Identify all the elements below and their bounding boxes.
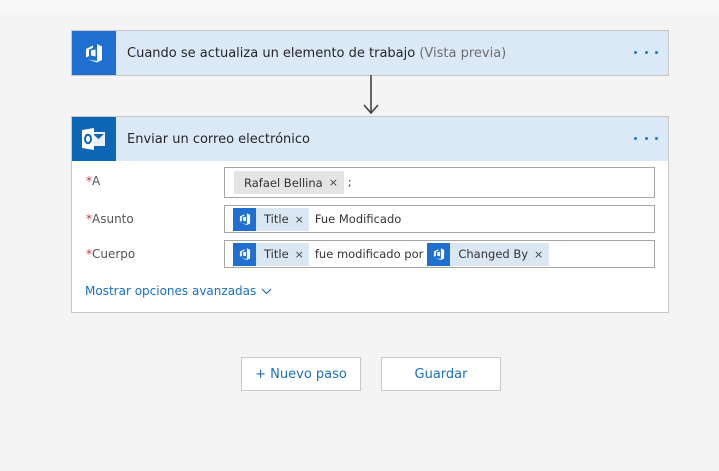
new-step-button[interactable]: + Nuevo paso	[241, 357, 361, 391]
save-button[interactable]: Guardar	[381, 357, 501, 391]
trigger-title-text: Cuando se actualiza un elemento de traba…	[127, 45, 416, 61]
body-label-text: Cuerpo	[92, 247, 136, 261]
vsts-icon	[233, 242, 256, 266]
body-text: fue modificado por	[314, 247, 424, 261]
advanced-link-text: Mostrar opciones avanzadas	[85, 284, 257, 298]
trigger-card-header[interactable]: Cuando se actualiza un elemento de traba…	[72, 31, 668, 75]
remove-token-icon[interactable]: ×	[534, 248, 543, 261]
subject-text: Fue Modificado	[314, 212, 402, 226]
vsts-icon	[72, 31, 116, 75]
vsts-icon	[233, 207, 256, 231]
recipient-token-label: Rafael Bellina	[244, 175, 323, 190]
top-bar	[0, 0, 719, 12]
body-field-row: *Cuerpo Title × fue modificado por Chang…	[86, 240, 656, 270]
recipient-token: Rafael Bellina ×	[234, 171, 344, 194]
subject-field-row: *Asunto Title × Fue Modificado	[86, 205, 656, 235]
title-token-label: Title	[264, 247, 289, 261]
to-field-row: *A Rafael Bellina × ;	[86, 167, 656, 198]
title-token-label: Title	[264, 212, 289, 226]
chevron-down-icon	[261, 288, 272, 294]
body-label: *Cuerpo	[86, 247, 135, 261]
show-advanced-options-link[interactable]: Mostrar opciones avanzadas	[85, 284, 272, 298]
trigger-preview-tag: (Vista previa)	[419, 45, 507, 61]
to-label: *A	[86, 174, 100, 188]
subject-label: *Asunto	[86, 212, 134, 226]
to-input[interactable]: Rafael Bellina × ;	[224, 167, 655, 198]
trigger-title: Cuando se actualiza un elemento de traba…	[127, 46, 506, 61]
title-token: Title ×	[233, 207, 309, 231]
title-token: Title ×	[233, 242, 309, 266]
outlook-icon	[72, 117, 116, 161]
down-arrow-icon	[363, 75, 379, 115]
remove-token-icon[interactable]: ×	[295, 248, 304, 261]
to-label-text: A	[92, 174, 101, 188]
remove-token-icon[interactable]: ×	[329, 176, 338, 189]
changed-by-token: Changed By ×	[427, 242, 550, 266]
remove-token-icon[interactable]: ×	[295, 213, 304, 226]
trigger-more-options-icon[interactable]	[634, 41, 658, 63]
action-title: Enviar un correo electrónico	[127, 131, 310, 147]
body-input[interactable]: Title × fue modificado por Changed By ×	[224, 240, 655, 268]
action-card-header[interactable]: Enviar un correo electrónico	[72, 117, 668, 161]
subject-label-text: Asunto	[92, 212, 134, 226]
changed-by-token-label: Changed By	[458, 247, 529, 261]
recipient-separator: ;	[347, 176, 352, 189]
subject-input[interactable]: Title × Fue Modificado	[224, 205, 655, 233]
action-more-options-icon[interactable]	[634, 127, 658, 149]
vsts-icon	[427, 242, 451, 266]
trigger-card: Cuando se actualiza un elemento de traba…	[71, 30, 669, 76]
action-card: Enviar un correo electrónico *A Rafael B…	[71, 116, 669, 313]
action-card-body: *A Rafael Bellina × ; *Asunto Title × Fu…	[72, 161, 668, 313]
